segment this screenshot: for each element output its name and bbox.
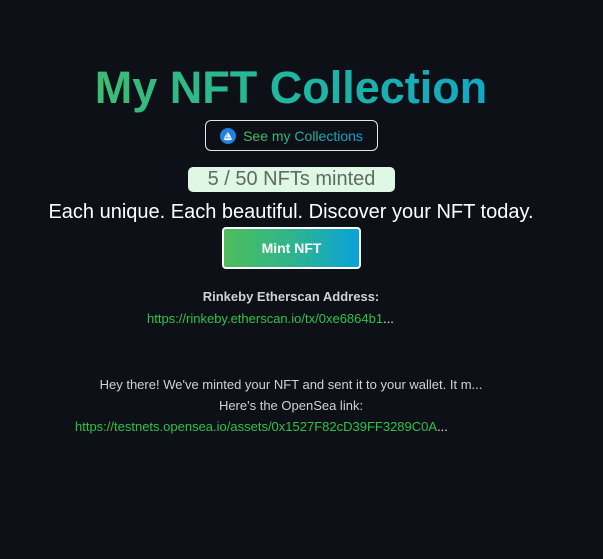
page: My NFT Collection See my Collections 5 /… — [0, 0, 603, 559]
etherscan-link[interactable]: https://rinkeby.etherscan.io/tx/0xe6864b… — [147, 310, 433, 327]
see-collections-label: See my Collections — [243, 127, 363, 144]
page-title: My NFT Collection — [0, 60, 582, 116]
opensea-link-ellipsis: ... — [437, 419, 448, 434]
mint-nft-button[interactable]: Mint NFT — [222, 227, 361, 269]
mint-success-message: Hey there! We've minted your NFT and sen… — [99, 377, 483, 392]
etherscan-label: Rinkeby Etherscan Address: — [202, 289, 380, 304]
etherscan-link-text: https://rinkeby.etherscan.io/tx/0xe6864b… — [147, 311, 384, 326]
opensea-icon — [220, 127, 237, 144]
opensea-link[interactable]: https://testnets.opensea.io/assets/0x152… — [75, 418, 505, 435]
etherscan-link-ellipsis: ... — [383, 311, 394, 326]
opensea-link-label: Here's the OpenSea link: — [218, 398, 364, 413]
opensea-link-text: https://testnets.opensea.io/assets/0x152… — [75, 419, 438, 434]
tagline: Each unique. Each beautiful. Discover yo… — [48, 201, 534, 223]
see-collections-button[interactable]: See my Collections — [205, 120, 378, 151]
minted-count-badge: 5 / 50 NFTs minted — [188, 167, 395, 192]
